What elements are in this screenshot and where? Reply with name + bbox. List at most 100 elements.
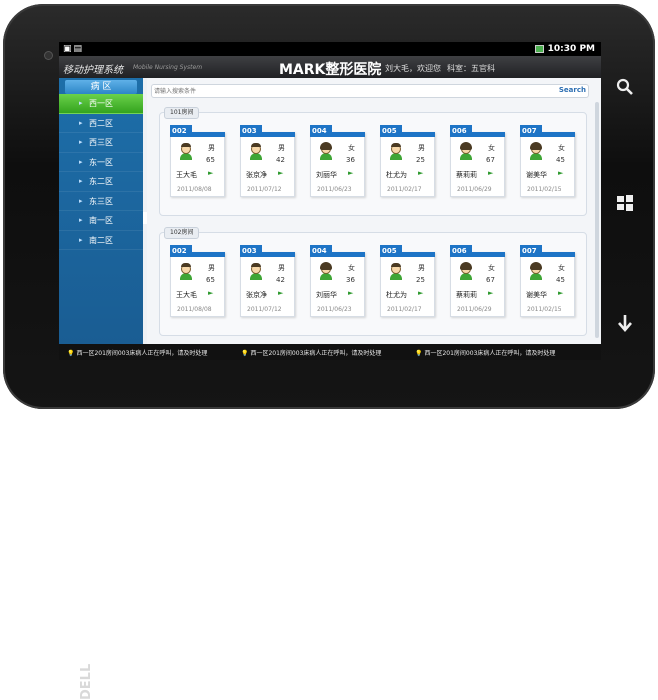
sidebar-header: 病 区 xyxy=(65,80,137,94)
arrow-right-icon[interactable]: ► xyxy=(208,290,216,297)
patient-card[interactable]: 003 男 42 张京净 ► 2011/07/12 xyxy=(240,125,295,197)
admission-date: 2011/06/23 xyxy=(317,186,352,193)
bed-number: 005 xyxy=(380,245,402,257)
ticker-item: 💡 西一区201房间003床病人正在呼叫，请及时处理 xyxy=(415,348,555,357)
admission-date: 2011/02/17 xyxy=(387,186,422,193)
bed-number: 006 xyxy=(450,125,472,137)
app-subtitle: Mobile Nursing System xyxy=(133,64,203,71)
patient-card[interactable]: 004 女 36 刘丽华 ► 2011/06/23 xyxy=(310,125,365,197)
card-header: 004 xyxy=(310,245,365,257)
bed-number: 007 xyxy=(520,125,542,137)
arrow-right-icon[interactable]: ► xyxy=(208,170,216,177)
scrollbar[interactable] xyxy=(595,102,599,338)
patient-gender: 女 xyxy=(558,264,565,272)
patient-name: 蔡莉莉 xyxy=(456,171,477,179)
sidebar-item[interactable]: 西一区 xyxy=(59,94,143,114)
patient-name: 杜尤为 xyxy=(386,291,407,299)
sidebar-item[interactable]: 东三区 xyxy=(59,192,143,211)
search-hardware-button[interactable] xyxy=(614,76,636,98)
patient-age: 67 xyxy=(486,156,495,164)
arrow-right-icon[interactable]: ► xyxy=(488,290,496,297)
card-header: 003 xyxy=(240,245,295,257)
arrow-right-icon[interactable]: ► xyxy=(558,290,566,297)
patient-card[interactable]: 005 男 25 杜尤为 ► 2011/02/17 xyxy=(380,245,435,317)
bed-number: 003 xyxy=(240,245,262,257)
patient-card[interactable]: 003 男 42 张京净 ► 2011/07/12 xyxy=(240,245,295,317)
sidebar-item[interactable]: 南二区 xyxy=(59,231,143,250)
patient-card[interactable]: 006 女 67 蔡莉莉 ► 2011/06/29 xyxy=(450,125,505,197)
patient-name: 刘丽华 xyxy=(316,171,337,179)
patient-name: 谢美华 xyxy=(526,171,547,179)
patient-gender: 女 xyxy=(348,144,355,152)
sidebar-item[interactable]: 南一区 xyxy=(59,211,143,231)
patient-age: 65 xyxy=(206,276,215,284)
room-panel: 101房间 002 男 65 王大毛 ► 2011/08/08 003 男 42 张京净 ► 2011/… xyxy=(159,107,587,216)
patient-card[interactable]: 007 女 45 谢美华 ► 2011/02/15 xyxy=(520,125,575,197)
arrow-right-icon[interactable]: ► xyxy=(418,170,426,177)
bed-number: 007 xyxy=(520,245,542,257)
arrow-right-icon[interactable]: ► xyxy=(418,290,426,297)
ticker-text: 西一区201房间003床病人正在呼叫，请及时处理 xyxy=(250,350,382,357)
patient-card[interactable]: 002 男 65 王大毛 ► 2011/08/08 xyxy=(170,245,225,317)
patient-name: 蔡莉莉 xyxy=(456,291,477,299)
patient-avatar-icon xyxy=(459,142,473,160)
arrow-right-icon[interactable]: ► xyxy=(348,290,356,297)
bed-number: 005 xyxy=(380,125,402,137)
welcome-text: 刘大毛，欢迎您 xyxy=(385,64,441,73)
patient-avatar-icon xyxy=(529,142,543,160)
card-header: 005 xyxy=(380,125,435,137)
admission-date: 2011/07/12 xyxy=(247,306,282,313)
patient-age: 36 xyxy=(346,276,355,284)
patient-gender: 男 xyxy=(418,144,425,152)
lightbulb-icon: 💡 xyxy=(67,350,75,357)
app-header: 移动护理系统 Mobile Nursing System MARK整形医院 刘大… xyxy=(59,56,601,78)
patient-age: 67 xyxy=(486,276,495,284)
sidebar-item[interactable]: 东一区 xyxy=(59,153,143,172)
patient-gender: 女 xyxy=(558,144,565,152)
patient-gender: 男 xyxy=(278,264,285,272)
arrow-right-icon[interactable]: ► xyxy=(278,290,286,297)
patient-gender: 女 xyxy=(488,144,495,152)
patient-name: 谢美华 xyxy=(526,291,547,299)
bed-number: 002 xyxy=(170,245,192,257)
card-header: 005 xyxy=(380,245,435,257)
arrow-right-icon[interactable]: ► xyxy=(348,170,356,177)
sidebar-item[interactable]: 东二区 xyxy=(59,172,143,192)
bed-number: 002 xyxy=(170,125,192,137)
patient-avatar-icon xyxy=(319,142,333,160)
patient-name: 王大毛 xyxy=(176,171,197,179)
arrow-right-icon[interactable]: ► xyxy=(558,170,566,177)
admission-date: 2011/08/08 xyxy=(177,186,212,193)
arrow-right-icon[interactable]: ► xyxy=(488,170,496,177)
back-hardware-button[interactable] xyxy=(614,312,636,334)
patient-name: 刘丽华 xyxy=(316,291,337,299)
card-header: 007 xyxy=(520,245,575,257)
sidebar-item[interactable]: 西二区 xyxy=(59,114,143,133)
patient-age: 36 xyxy=(346,156,355,164)
patient-card[interactable]: 006 女 67 蔡莉莉 ► 2011/06/29 xyxy=(450,245,505,317)
patient-gender: 女 xyxy=(488,264,495,272)
lightbulb-icon: 💡 xyxy=(241,350,249,357)
windows-hardware-button[interactable] xyxy=(614,192,636,214)
patient-age: 42 xyxy=(276,276,285,284)
admission-date: 2011/07/12 xyxy=(247,186,282,193)
patient-card[interactable]: 004 女 36 刘丽华 ► 2011/06/23 xyxy=(310,245,365,317)
patient-avatar-icon xyxy=(529,262,543,280)
camera-icon xyxy=(45,52,52,59)
bed-number: 004 xyxy=(310,125,332,137)
admission-date: 2011/02/15 xyxy=(527,186,562,193)
arrow-right-icon[interactable]: ► xyxy=(278,170,286,177)
search-input[interactable] xyxy=(154,86,554,97)
patient-card[interactable]: 007 女 45 谢美华 ► 2011/02/15 xyxy=(520,245,575,317)
room-panel: 102房间 002 男 65 王大毛 ► 2011/08/08 003 男 42 张京净 ► 2011/… xyxy=(159,227,587,336)
sidebar-item[interactable]: 西三区 xyxy=(59,133,143,153)
patient-card[interactable]: 005 男 25 杜尤为 ► 2011/02/17 xyxy=(380,125,435,197)
windows-icon xyxy=(617,195,633,211)
search-button[interactable]: Search xyxy=(559,86,586,94)
ticker-text: 西一区201房间003床病人正在呼叫，请及时处理 xyxy=(424,350,556,357)
main-content: Search 101房间 002 男 65 王大毛 ► 2011/08/08 003 男 42 张京… xyxy=(147,78,601,344)
search-bar: Search xyxy=(151,84,589,98)
patient-card[interactable]: 002 男 65 王大毛 ► 2011/08/08 xyxy=(170,125,225,197)
ticker-item: 💡 西一区201房间003床病人正在呼叫，请及时处理 xyxy=(67,348,207,357)
notification-icon: ▣ xyxy=(63,44,72,54)
